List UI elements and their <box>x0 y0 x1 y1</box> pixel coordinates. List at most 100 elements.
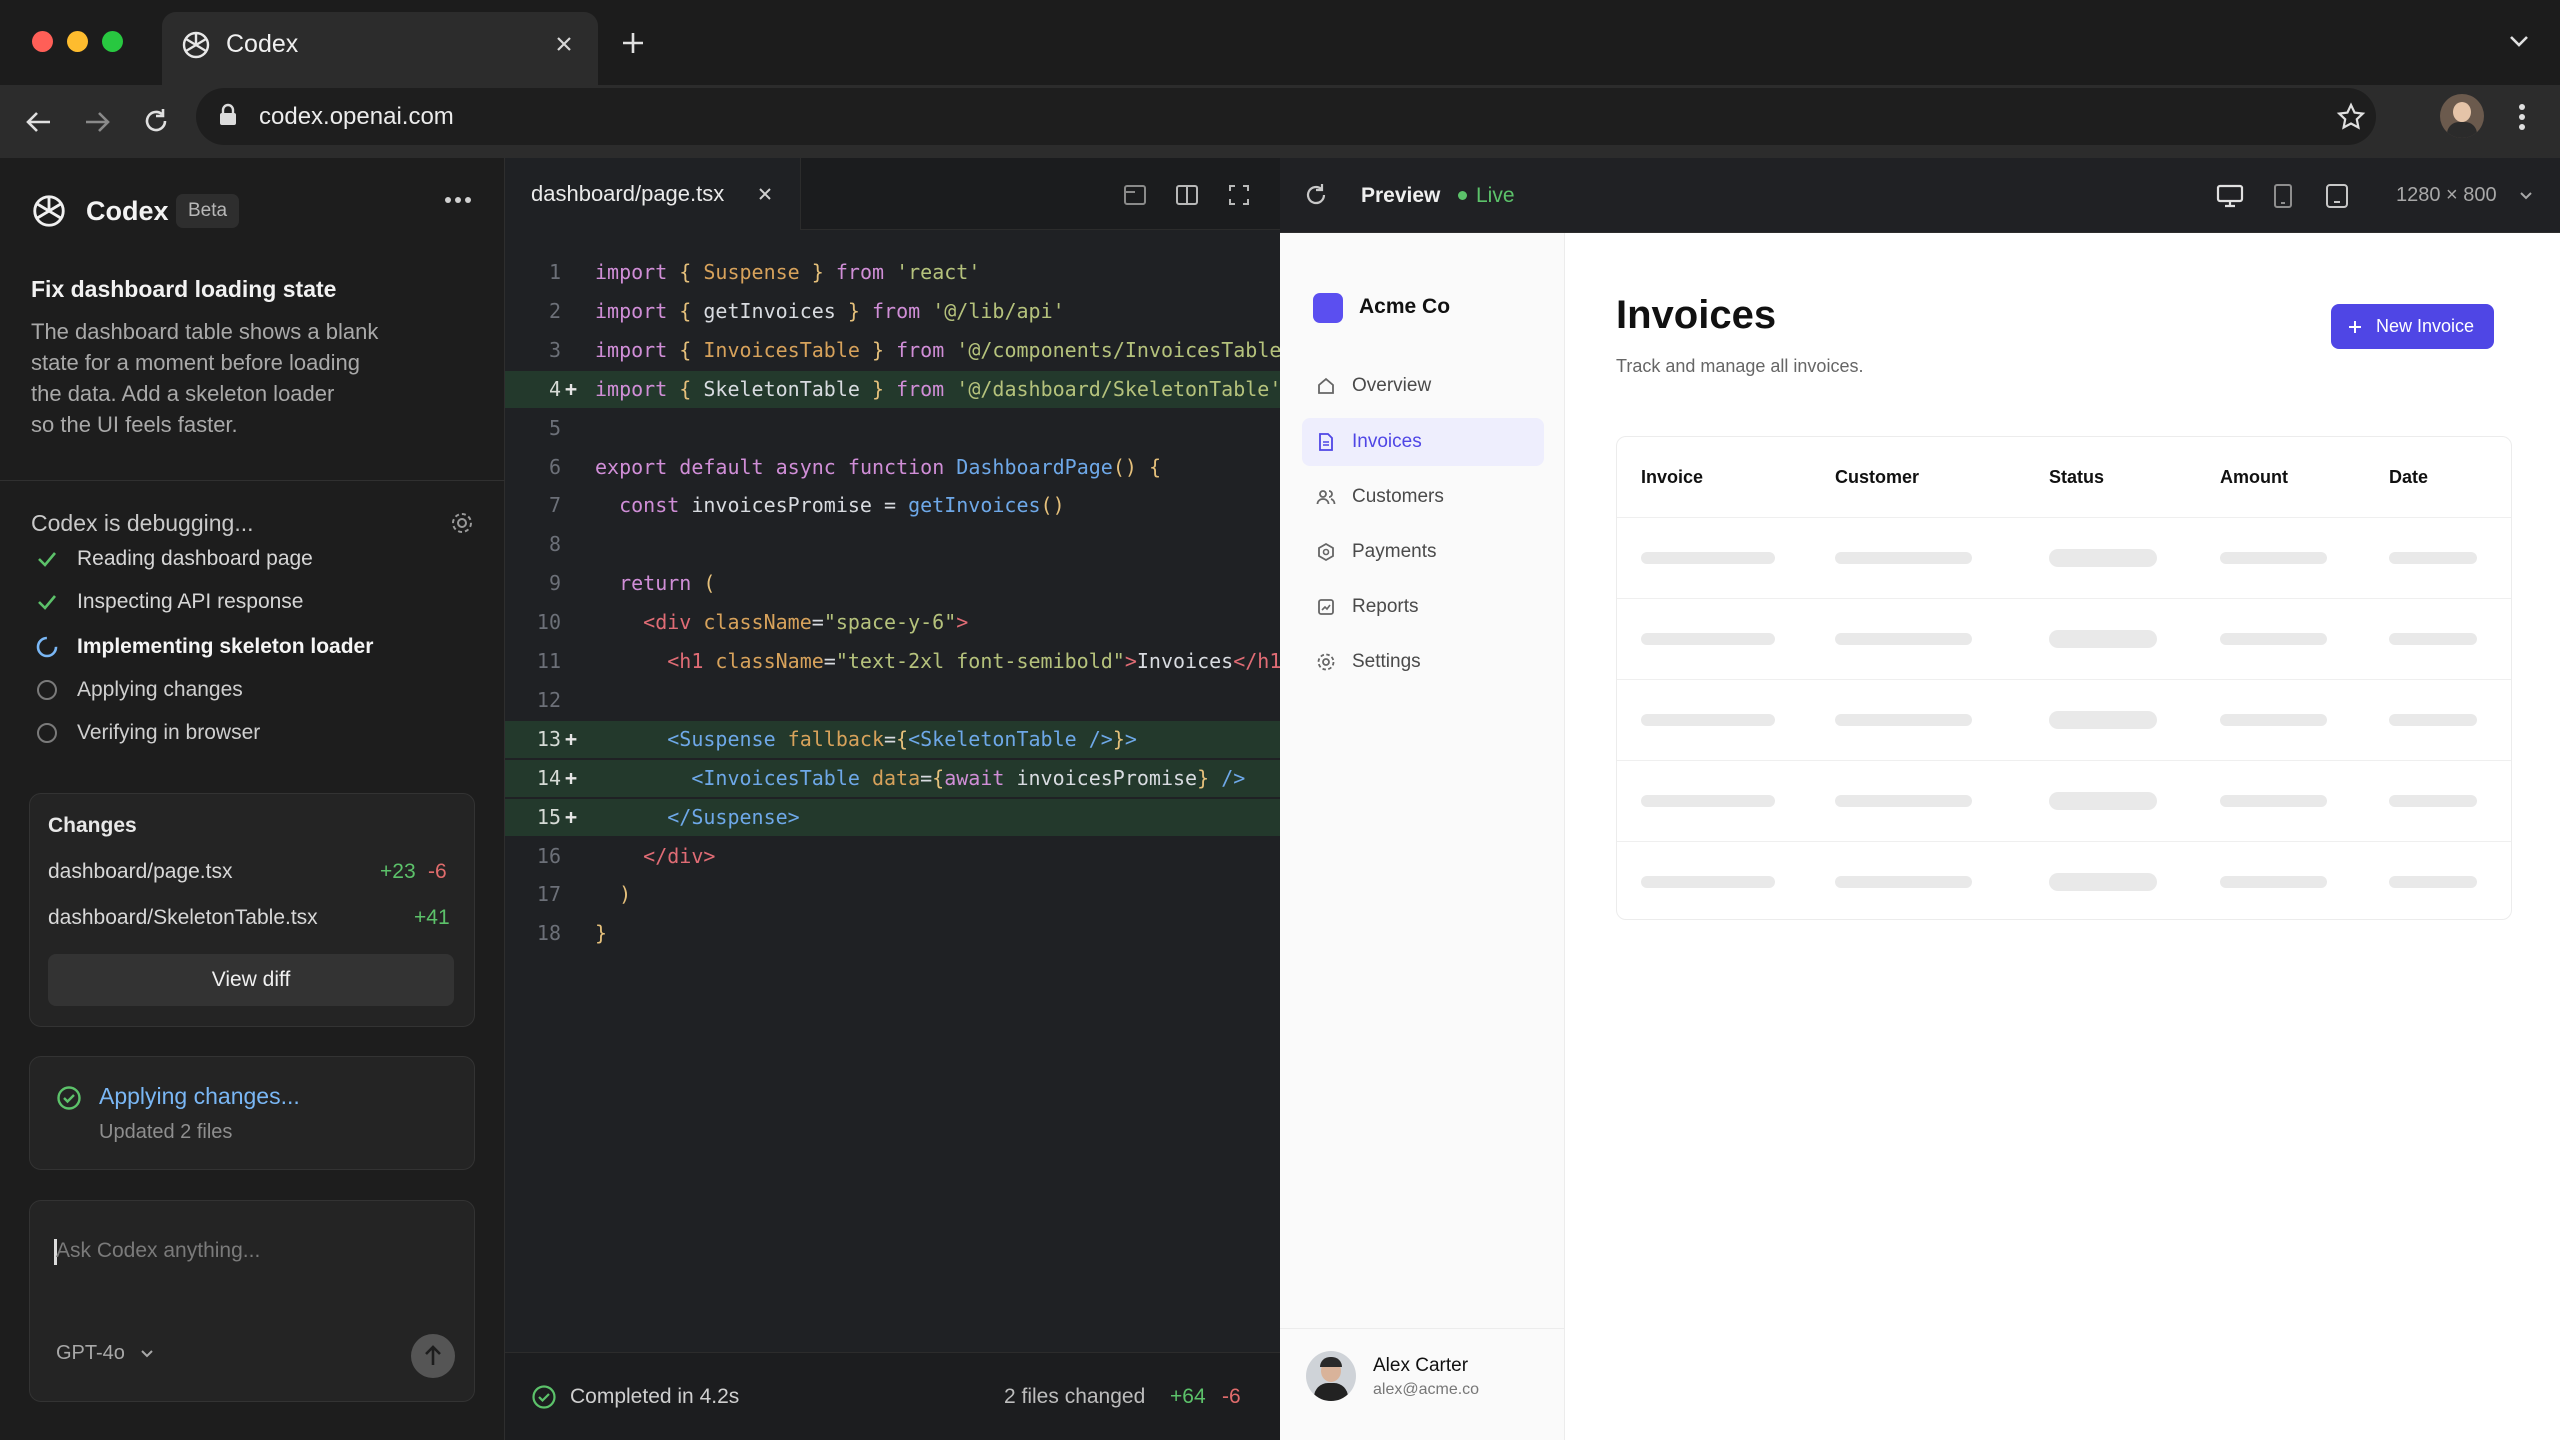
code-text: <Suspense fallback={<SkeletonTable />}> <box>595 721 1137 758</box>
settings-gear-icon[interactable] <box>450 511 474 535</box>
code-line[interactable]: 8 <box>505 526 1280 563</box>
applying-subtitle: Updated 2 files <box>99 1121 233 1143</box>
new-invoice-button[interactable]: New Invoice <box>2331 304 2494 349</box>
send-button[interactable] <box>411 1334 455 1378</box>
column-header[interactable]: Invoice <box>1641 437 1703 517</box>
column-header[interactable]: Date <box>2389 437 2428 517</box>
forward-icon[interactable] <box>82 109 112 135</box>
code-line[interactable]: 9 return ( <box>505 565 1280 602</box>
lines-added: +23 <box>380 860 416 883</box>
total-added: +64 <box>1170 1385 1206 1408</box>
desktop-view-icon[interactable] <box>2216 183 2244 209</box>
applying-title: Applying changes... <box>99 1083 300 1109</box>
changed-file-name[interactable]: dashboard/SkeletonTable.tsx <box>48 906 318 930</box>
step-label: Reading dashboard page <box>77 547 313 570</box>
chevron-down-icon[interactable] <box>2519 191 2533 201</box>
code-line[interactable]: 11 <h1 className="text-2xl font-semibold… <box>505 643 1294 680</box>
code-line[interactable]: 18} <box>505 915 1280 952</box>
fullscreen-icon[interactable] <box>1227 183 1251 207</box>
arrow-up-icon <box>425 1345 441 1365</box>
reports-icon <box>1316 597 1336 617</box>
code-token: getInvoices <box>908 493 1041 518</box>
maximize-window-button[interactable] <box>102 31 123 52</box>
lines-removed: -6 <box>428 860 447 883</box>
skeleton-cell <box>1641 876 1775 888</box>
close-tab-icon[interactable] <box>554 34 574 54</box>
nav-item-customers[interactable]: Customers <box>1302 473 1544 521</box>
code-token: data <box>871 765 921 790</box>
bookmark-star-icon[interactable] <box>2336 102 2366 132</box>
profile-avatar[interactable] <box>2440 94 2484 138</box>
page-title: Invoices <box>1616 293 1777 337</box>
nav-item-reports[interactable]: Reports <box>1302 583 1544 631</box>
code-token: > <box>956 610 969 635</box>
close-window-button[interactable] <box>32 31 53 52</box>
code-line[interactable]: 7 const invoicesPromise = getInvoices() <box>505 487 1280 524</box>
nav-item-overview[interactable]: Overview <box>1302 362 1544 410</box>
code-line-added[interactable]: 15 + </Suspense> <box>505 798 1280 836</box>
code-line[interactable]: 6 export default async function Dashboard… <box>505 449 1280 486</box>
chevron-down-icon[interactable] <box>140 1349 154 1359</box>
skeleton-cell <box>1641 795 1775 807</box>
browser-menu-icon[interactable] <box>2518 103 2526 131</box>
tab-list-chevron-icon[interactable] <box>2508 34 2530 48</box>
code-token: await <box>944 765 1005 790</box>
resolution-selector[interactable]: 1280 × 800 <box>2396 158 2497 233</box>
code-token: Invoices <box>1136 649 1234 673</box>
nav-item-payments[interactable]: Payments <box>1302 528 1544 576</box>
reload-icon[interactable] <box>141 106 171 136</box>
refresh-icon[interactable] <box>1303 182 1329 208</box>
task-title: Fix dashboard loading state <box>31 276 337 302</box>
minimize-window-button[interactable] <box>67 31 88 52</box>
code-line[interactable]: 10 <div className="space-y-6"> <box>505 604 1280 641</box>
code-line[interactable]: 16 </div> <box>505 838 1280 875</box>
back-icon[interactable] <box>24 109 54 135</box>
code-line-added[interactable]: 14 + <InvoicesTable data={await invoicesP… <box>505 759 1280 797</box>
changed-file-name[interactable]: dashboard/page.tsx <box>48 860 232 884</box>
user-avatar[interactable] <box>1306 1351 1356 1401</box>
close-tab-icon[interactable] <box>757 186 773 202</box>
code-area[interactable]: 1 import { Suspense } from 'react' 2 import… <box>505 254 1294 1344</box>
code-line[interactable]: 5 <box>505 410 1280 447</box>
code-line[interactable]: 3 import { InvoicesTable } from '@/compon… <box>505 332 1294 369</box>
ask-codex-input[interactable]: Ask Codex anything... <box>56 1239 260 1263</box>
editor-tab[interactable]: dashboard/page.tsx <box>505 158 801 230</box>
layout-single-icon[interactable] <box>1123 183 1147 207</box>
code-line[interactable]: 17 ) <box>505 876 1280 913</box>
address-bar[interactable]: codex.openai.com <box>196 88 2376 145</box>
code-line[interactable]: 1 import { Suspense } from 'react' <box>505 254 1280 291</box>
mobile-view-icon[interactable] <box>2325 183 2349 209</box>
skeleton-cell <box>2220 714 2327 726</box>
code-token: = <box>920 765 933 790</box>
view-diff-button[interactable]: View diff <box>48 954 454 1006</box>
nav-label: Customers <box>1352 486 1444 507</box>
code-line[interactable]: 12 <box>505 682 1280 719</box>
code-token: 'react' <box>896 260 981 284</box>
browser-tab[interactable]: Codex <box>162 12 598 85</box>
column-header[interactable]: Amount <box>2220 437 2288 517</box>
code-line-added[interactable]: 13 + <Suspense fallback={<SkeletonTable /… <box>505 720 1280 758</box>
column-header[interactable]: Customer <box>1835 437 1919 517</box>
more-options-icon[interactable] <box>444 196 472 204</box>
model-selector[interactable]: GPT-4o <box>56 1342 125 1365</box>
new-tab-icon[interactable] <box>620 30 646 56</box>
skeleton-cell <box>2220 795 2327 807</box>
code-token: import <box>595 260 668 284</box>
code-line-added[interactable]: 4 + import { SkeletonTable } from '@/dashb… <box>505 370 1281 408</box>
tablet-view-icon[interactable] <box>2273 183 2293 209</box>
code-token: function <box>847 454 945 479</box>
split-view-icon[interactable] <box>1175 183 1199 207</box>
column-header[interactable]: Status <box>2049 437 2104 517</box>
nav-item-settings[interactable]: Settings <box>1302 638 1544 686</box>
code-line[interactable]: 2 import { getInvoices } from '@/lib/api' <box>505 293 1280 330</box>
nav-item-invoices[interactable]: Invoices <box>1302 418 1544 466</box>
code-token: Suspense <box>703 260 800 284</box>
